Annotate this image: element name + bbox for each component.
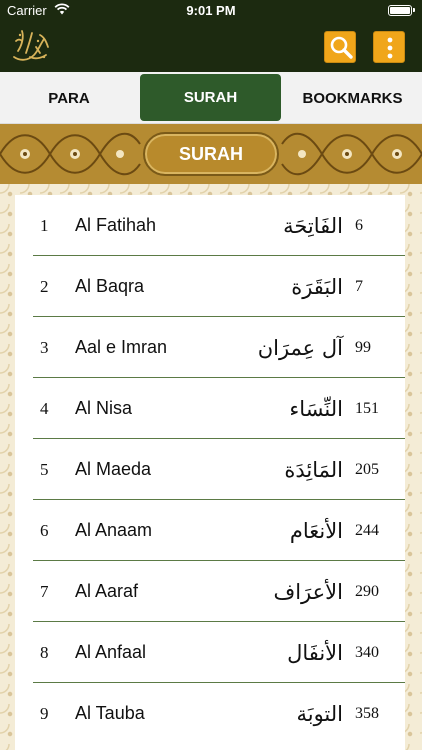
ornamental-banner: SURAH	[0, 124, 422, 184]
surah-name: Al Anfaal	[75, 642, 147, 662]
surah-name: Aal e Imran	[75, 337, 168, 357]
search-button[interactable]	[324, 31, 356, 63]
surah-row[interactable]: 7 Al Aaraf الأعرَاف 290	[15, 561, 405, 622]
battery-icon	[388, 5, 415, 16]
surah-number: 2	[40, 276, 49, 296]
surah-name: Al Anaam	[75, 520, 153, 540]
surah-number: 4	[40, 398, 49, 418]
surah-arabic-name: آل عِمرَان	[257, 335, 343, 360]
surah-name: Al Tauba	[75, 703, 145, 723]
surah-name: Al Maeda	[75, 459, 152, 479]
surah-arabic-name: الأنفَال	[287, 640, 343, 665]
surah-number: 1	[40, 215, 49, 235]
tab-bar: PARA SURAH BOOKMARKS	[0, 72, 422, 124]
surah-row[interactable]: 6 Al Anaam الأنعَام 244	[15, 500, 405, 561]
surah-arabic-name: الأعرَاف	[273, 579, 343, 604]
surah-number: 7	[40, 581, 49, 601]
surah-page: 151	[355, 399, 379, 417]
surah-name: Al Nisa	[75, 398, 133, 418]
surah-arabic-name: النِّسَاء	[289, 396, 343, 421]
quran-calligraphy-logo[interactable]	[10, 27, 52, 65]
surah-arabic-name: التوبَة	[296, 701, 343, 726]
status-time: 9:01 PM	[186, 3, 236, 18]
surah-page: 99	[355, 338, 371, 356]
surah-name: Al Aaraf	[75, 581, 139, 601]
surah-page: 7	[355, 277, 363, 295]
surah-row[interactable]: 5 Al Maeda المَائِدَة 205	[15, 439, 405, 500]
menu-button[interactable]	[373, 31, 405, 63]
app-header: Carrier 9:01 PM	[0, 0, 422, 72]
surah-name: Al Fatihah	[75, 215, 157, 235]
surah-row[interactable]: 3 Aal e Imran آل عِمرَان 99	[15, 317, 405, 378]
surah-number: 5	[40, 459, 49, 479]
surah-row[interactable]: 9 Al Tauba التوبَة 358	[15, 683, 405, 744]
surah-page: 205	[355, 460, 379, 478]
surah-arabic-name: الأنعَام	[289, 518, 343, 543]
surah-arabic-name: المَائِدَة	[284, 457, 343, 482]
surah-page: 340	[355, 643, 379, 661]
surah-page: 358	[355, 704, 379, 722]
surah-list[interactable]: 1 Al Fatihah الفَاتِحَة 6 2 Al Baqra الب…	[15, 195, 405, 750]
surah-number: 8	[40, 642, 49, 662]
search-icon	[330, 36, 353, 59]
surah-row[interactable]: 1 Al Fatihah الفَاتِحَة 6	[15, 195, 405, 256]
surah-page: 6	[355, 216, 363, 234]
surah-page: 290	[355, 582, 379, 600]
status-bar: Carrier 9:01 PM	[0, 0, 422, 22]
surah-number: 9	[40, 703, 49, 723]
surah-row[interactable]: 2 Al Baqra البَقَرَة 7	[15, 256, 405, 317]
surah-number: 3	[40, 337, 49, 357]
surah-arabic-name: الفَاتِحَة	[283, 213, 343, 238]
surah-number: 6	[40, 520, 49, 540]
tab-bookmarks[interactable]: BOOKMARKS	[283, 72, 422, 124]
surah-row[interactable]: 4 Al Nisa النِّسَاء 151	[15, 378, 405, 439]
section-title: SURAH	[143, 132, 279, 176]
surah-name: Al Baqra	[75, 276, 145, 296]
surah-arabic-name: البَقَرَة	[291, 274, 343, 299]
vertical-dots-icon	[387, 37, 393, 59]
tab-para[interactable]: PARA	[0, 72, 138, 124]
tab-surah[interactable]: SURAH	[140, 74, 281, 121]
surah-row[interactable]: 8 Al Anfaal الأنفَال 340	[15, 622, 405, 683]
surah-page: 244	[355, 521, 379, 539]
